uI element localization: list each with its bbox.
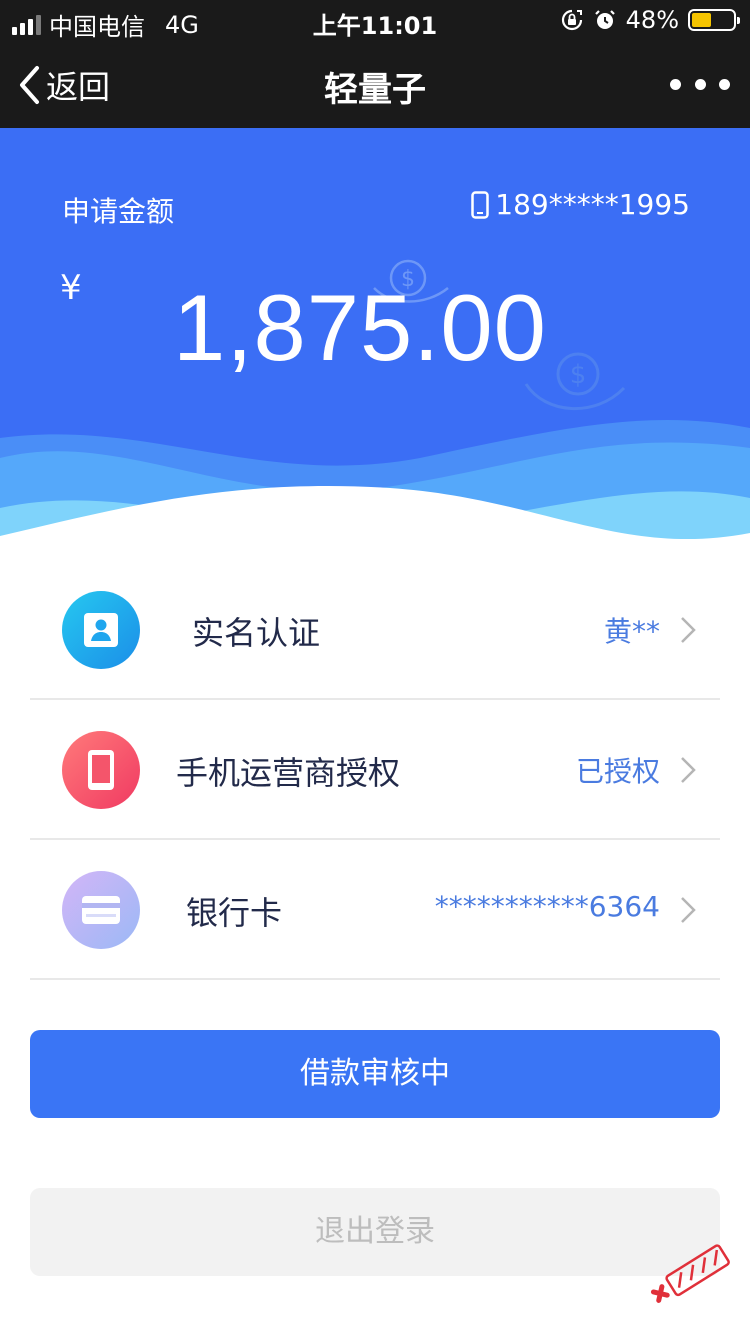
battery-percent: 48% xyxy=(625,6,679,34)
mobile-phone-icon xyxy=(62,731,140,809)
chevron-right-icon xyxy=(681,757,696,783)
list-item-bank-card[interactable]: 银行卡 ***********6364 xyxy=(30,840,720,980)
logout-button[interactable]: 退出登录 xyxy=(30,1188,720,1276)
battery-icon xyxy=(688,9,740,31)
chevron-right-icon xyxy=(681,617,696,643)
status-bar: 中国电信 4G 上午11:01 48% xyxy=(0,0,750,41)
watermark-logo xyxy=(650,1244,730,1303)
phone-icon xyxy=(471,190,490,219)
status-right: 48% xyxy=(560,6,740,34)
list-item-carrier-auth[interactable]: 手机运营商授权 已授权 xyxy=(30,700,720,840)
row-label: 银行卡 xyxy=(186,894,283,932)
row-label: 实名认证 xyxy=(192,614,321,652)
chevron-right-icon xyxy=(681,897,696,923)
more-dots-icon[interactable] xyxy=(670,66,730,102)
rotation-lock-icon xyxy=(560,8,584,32)
alarm-icon xyxy=(593,8,617,32)
page-title: 轻量子 xyxy=(324,70,426,110)
id-card-icon xyxy=(62,591,140,669)
nav-bar: 返回 轻量子 xyxy=(0,40,750,128)
row-value: 已授权 xyxy=(575,755,660,788)
row-value: 黄** xyxy=(603,615,660,648)
bank-card-icon xyxy=(62,871,140,949)
battery-fill xyxy=(692,13,712,27)
row-value: ***********6364 xyxy=(434,890,660,923)
loan-status-button[interactable]: 借款审核中 xyxy=(30,1030,720,1118)
phone-number: 189*****1995 xyxy=(471,188,690,221)
verification-list: 实名认证 黄** 手机运营商授权 已授权 银行卡 ***********6364 xyxy=(30,560,720,980)
row-label: 手机运营商授权 xyxy=(176,754,401,792)
list-item-real-name[interactable]: 实名认证 黄** xyxy=(30,560,720,700)
phone-text: 189*****1995 xyxy=(495,188,690,221)
amount-label: 申请金额 xyxy=(62,195,175,228)
loan-amount: 1,875.00 xyxy=(173,275,547,380)
amount-hero: $ $ 申请金额 189*****1995 ¥ 1,875.00 xyxy=(0,128,750,548)
